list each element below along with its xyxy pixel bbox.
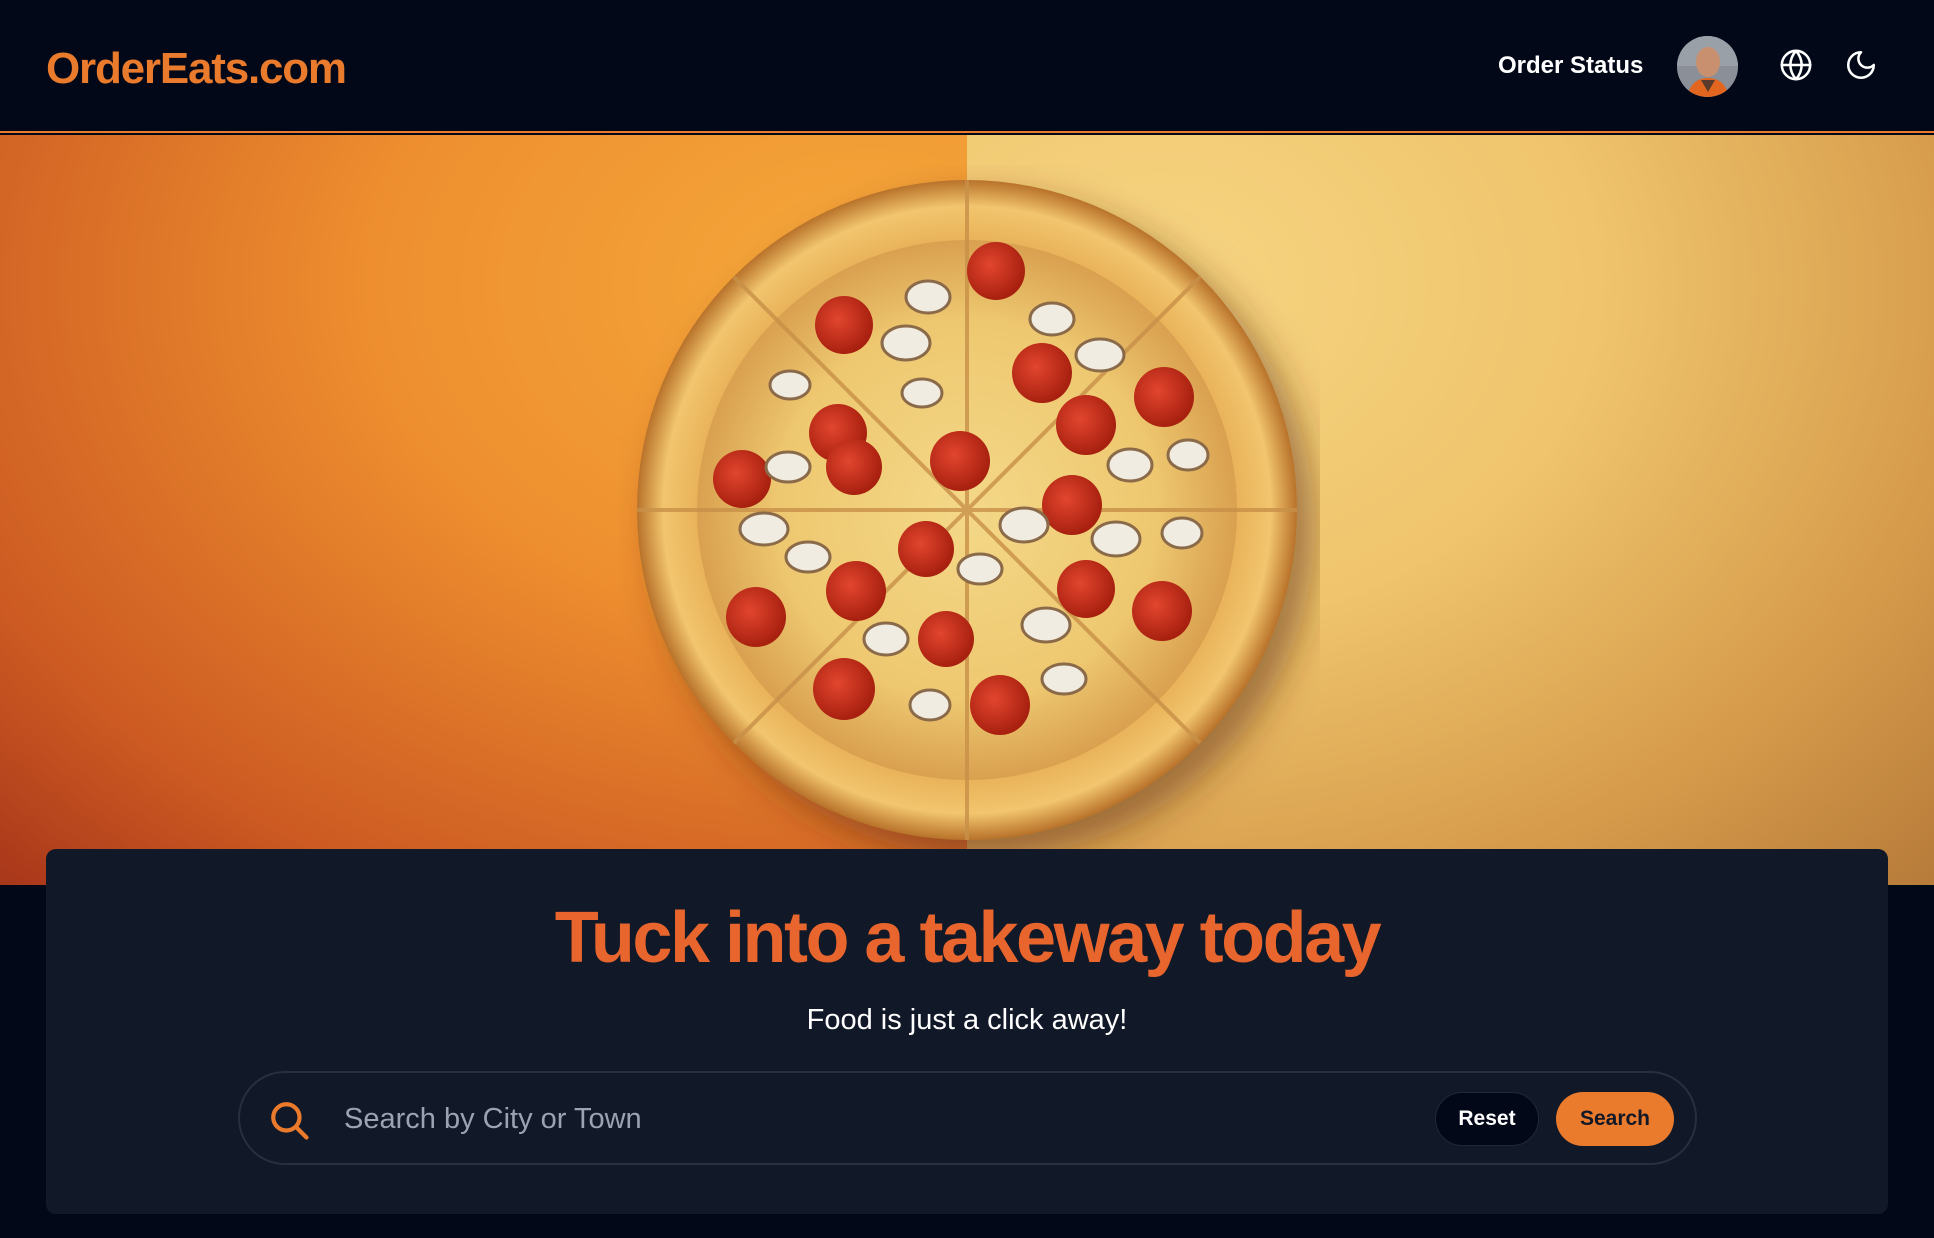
top-navbar: OrderEats.com Order Status <box>0 0 1934 133</box>
user-avatar[interactable] <box>1677 36 1738 97</box>
brand-logo[interactable]: OrderEats.com <box>46 44 347 94</box>
page-headline: Tuck into a takeway today <box>554 898 1382 978</box>
pizza-image <box>637 180 1297 840</box>
moon-icon[interactable] <box>1844 48 1878 82</box>
search-card: Tuck into a takeway today Food is just a… <box>46 849 1888 1214</box>
city-search-input[interactable] <box>344 1093 1344 1145</box>
hero-banner <box>0 135 1934 885</box>
globe-icon[interactable] <box>1779 48 1813 82</box>
search-icon <box>271 1102 309 1140</box>
search-button[interactable]: Search <box>1556 1092 1674 1146</box>
order-status-link[interactable]: Order Status <box>1498 52 1643 80</box>
reset-button[interactable]: Reset <box>1435 1092 1539 1146</box>
search-bar: Reset Search <box>238 1071 1697 1165</box>
page-subheadline: Food is just a click away! <box>806 1004 1128 1036</box>
